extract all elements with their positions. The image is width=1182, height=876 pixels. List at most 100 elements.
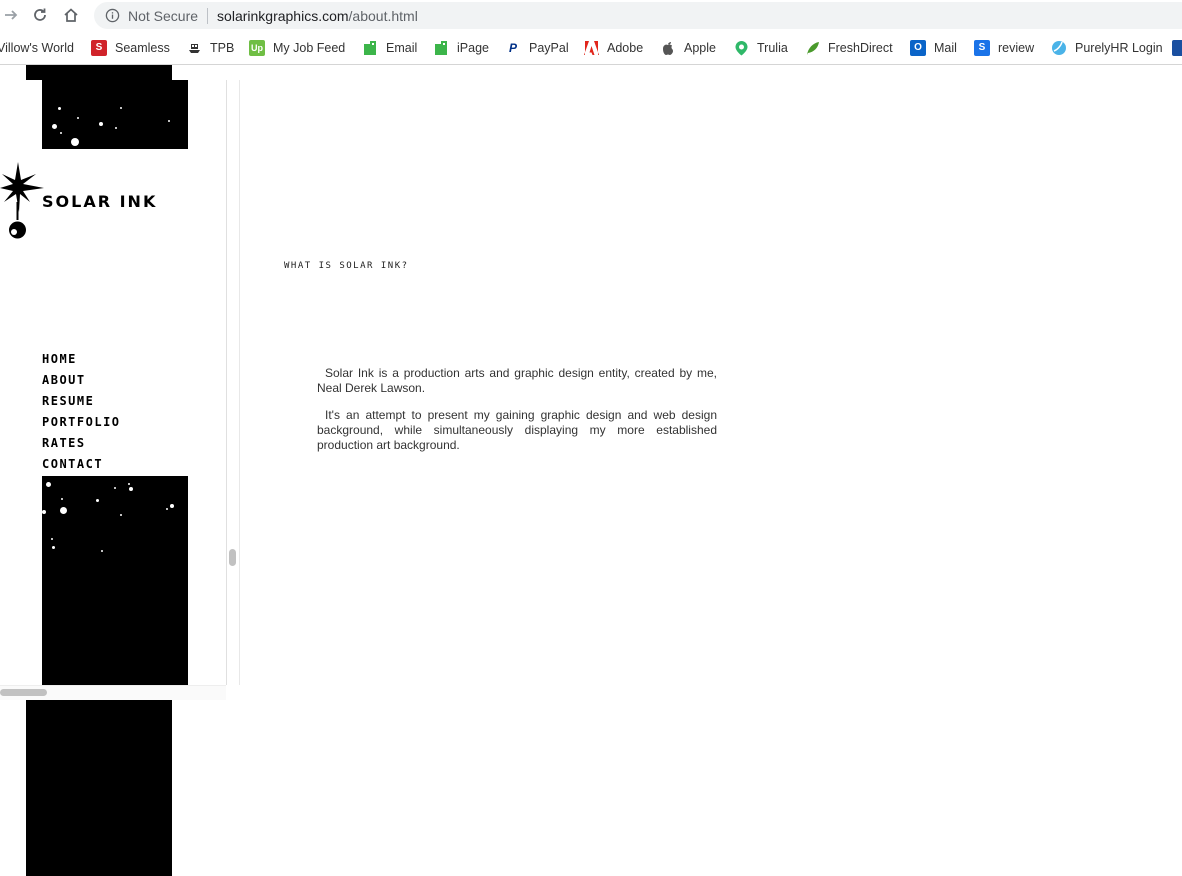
security-status[interactable]: Not Secure: [128, 8, 198, 24]
star: [60, 132, 62, 134]
nav-contact[interactable]: Contact: [42, 457, 121, 478]
star-drop-logo-icon: [0, 162, 44, 239]
star: [128, 483, 130, 485]
url-path[interactable]: /about.html: [349, 8, 418, 24]
star: [129, 487, 133, 491]
page-viewport: SOLAR INK Home About Resume Portfolio Ra…: [0, 65, 1182, 876]
adobe-icon: [583, 40, 599, 56]
reload-button[interactable]: [29, 4, 51, 26]
bookmark-label: Seamless: [115, 40, 170, 55]
left-frame: SOLAR INK Home About Resume Portfolio Ra…: [0, 80, 226, 685]
star: [52, 124, 57, 129]
vertical-scrollbar-thumb[interactable]: [229, 549, 236, 566]
solar-ink-logo[interactable]: SOLAR INK: [0, 162, 200, 242]
nav-resume[interactable]: Resume: [42, 394, 121, 415]
nav-about[interactable]: About: [42, 373, 121, 394]
decorative-black-block: [26, 700, 172, 876]
star: [166, 508, 168, 510]
starfield-image-bottom: [42, 476, 188, 685]
bookmark-label: PurelyHR Login: [1075, 40, 1163, 55]
star: [58, 107, 61, 110]
drop-icon: [1051, 40, 1067, 56]
star: [96, 499, 99, 502]
apple-icon: [660, 40, 676, 56]
forward-arrow-icon: [5, 10, 18, 20]
star: [51, 538, 53, 540]
star: [120, 107, 122, 109]
star: [77, 117, 79, 119]
star: [42, 510, 46, 514]
address-bar[interactable]: Not Secure solarinkgraphics.com/about.ht…: [94, 2, 1182, 29]
leaf-icon: [804, 40, 820, 56]
reload-icon: [34, 8, 46, 21]
bookmark-paypal[interactable]: P PayPal: [505, 39, 569, 56]
bookmark-label: Adobe: [607, 40, 644, 55]
star: [170, 504, 174, 508]
star: [52, 546, 55, 549]
bookmark-freshdirect[interactable]: FreshDirect: [804, 39, 893, 56]
home-icon: [64, 8, 78, 22]
omnibox-divider: [207, 7, 209, 24]
bookmark-review[interactable]: S review: [974, 39, 1034, 56]
star: [114, 487, 116, 489]
bookmark-label: iPage: [457, 40, 489, 55]
about-text: Solar Ink is a production arts and graph…: [317, 366, 717, 465]
bookmark-mail[interactable]: O Mail: [910, 39, 957, 56]
nav-rates[interactable]: Rates: [42, 436, 121, 457]
page-icon: [362, 40, 378, 56]
star: [168, 120, 170, 122]
bookmark-label: My Job Feed: [273, 40, 346, 55]
page-icon: [433, 40, 449, 56]
bookmark-seamless[interactable]: S Seamless: [91, 39, 170, 56]
star: [99, 122, 103, 126]
bookmark-purelyhr-login[interactable]: PurelyHR Login: [1051, 39, 1163, 56]
star: [46, 482, 51, 487]
page-heading: What is Solar Ink?: [284, 261, 409, 271]
site-navigation: Home About Resume Portfolio Rates Contac…: [42, 352, 121, 478]
bookmark-label: Email: [386, 40, 418, 55]
bookmark-label: Apple: [684, 40, 716, 55]
bookmark-adobe[interactable]: Adobe: [583, 39, 643, 56]
review-icon: S: [974, 39, 990, 56]
paypal-icon: P: [508, 40, 517, 55]
bookmark-tpb[interactable]: TPB: [186, 39, 234, 56]
bookmark-email[interactable]: Email: [362, 39, 417, 56]
url-host[interactable]: solarinkgraphics.com: [217, 8, 349, 24]
star: [120, 514, 122, 516]
decorative-black-bar: [26, 65, 172, 80]
info-icon[interactable]: [104, 8, 120, 24]
logo-text: SOLAR INK: [42, 192, 158, 211]
bookmark-label: Villow's World: [0, 40, 74, 55]
bookmark-icon: [1172, 39, 1182, 56]
frame-divider: [239, 80, 240, 685]
forward-button[interactable]: [0, 4, 22, 26]
about-paragraph: It's an attempt to present my gaining gr…: [317, 408, 717, 452]
nav-portfolio[interactable]: Portfolio: [42, 415, 121, 436]
home-button[interactable]: [60, 4, 82, 26]
bookmark-ipage[interactable]: iPage: [433, 39, 489, 56]
star: [60, 507, 67, 514]
outlook-icon: O: [910, 39, 926, 56]
frame-divider: [226, 80, 227, 685]
horizontal-scrollbar-thumb[interactable]: [0, 689, 47, 696]
ship-icon: [186, 40, 202, 56]
bookmark-trulia[interactable]: Trulia: [733, 39, 788, 56]
bookmark-label: Mail: [934, 40, 957, 55]
bookmark-label: PayPal: [529, 40, 569, 55]
pin-icon: [733, 40, 749, 56]
bookmark-villows-world[interactable]: Villow's World: [0, 39, 74, 56]
about-paragraph: Solar Ink is a production arts and graph…: [317, 366, 717, 395]
nav-home[interactable]: Home: [42, 352, 121, 373]
bookmark-label: FreshDirect: [828, 40, 893, 55]
browser-toolbar: Not Secure solarinkgraphics.com/about.ht…: [0, 0, 1182, 31]
upwork-icon: Up: [249, 39, 265, 56]
star: [61, 498, 63, 500]
seamless-icon: S: [91, 39, 107, 56]
star: [101, 550, 103, 552]
bookmark-apple[interactable]: Apple: [660, 39, 716, 56]
bookmark-my-job-feed[interactable]: Up My Job Feed: [249, 39, 345, 56]
star: [71, 138, 79, 146]
star: [115, 127, 117, 129]
bookmark-label: TPB: [210, 40, 235, 55]
bookmark-overflow[interactable]: [1172, 39, 1182, 56]
